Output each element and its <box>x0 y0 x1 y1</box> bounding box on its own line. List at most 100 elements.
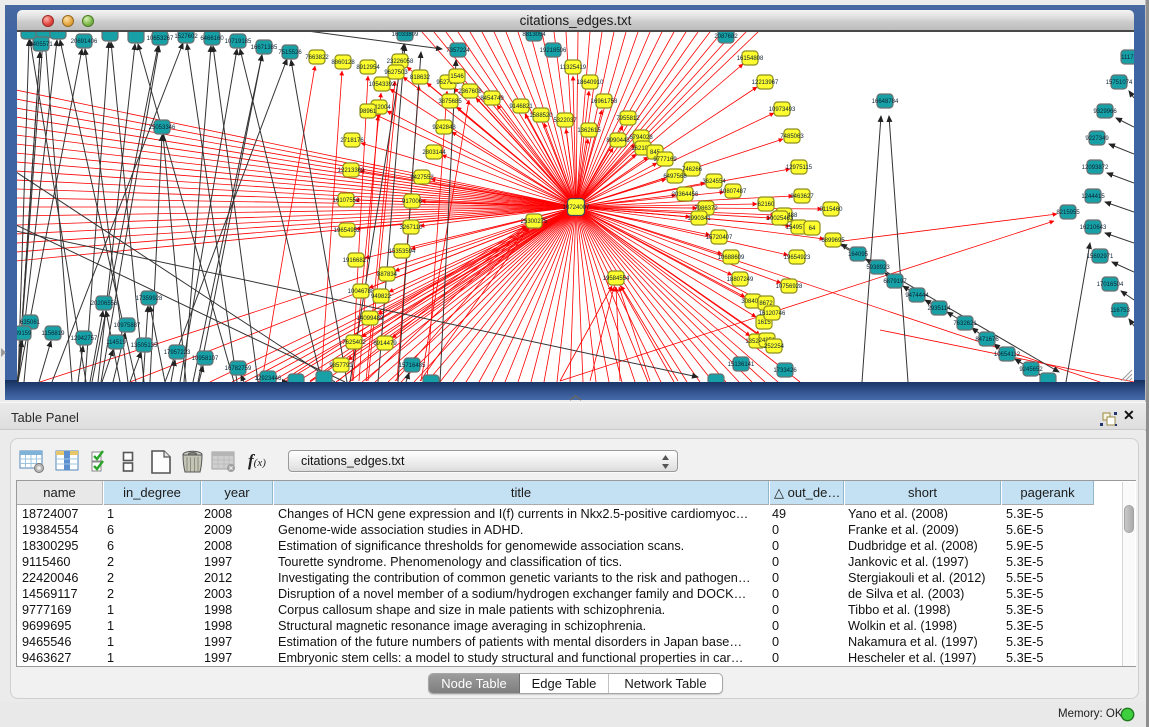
svg-text:10543392: 10543392 <box>369 82 396 88</box>
svg-text:164095: 164095 <box>848 252 869 258</box>
svg-text:18807249: 18807249 <box>727 277 754 283</box>
svg-text:6497568: 6497568 <box>663 174 687 180</box>
svg-text:114519: 114519 <box>106 340 126 346</box>
svg-text:5322037: 5322037 <box>553 118 577 124</box>
svg-text:16782759: 16782759 <box>225 366 252 372</box>
svg-text:9427552: 9427552 <box>410 175 434 181</box>
svg-text:25053346: 25053346 <box>149 125 176 131</box>
svg-text:20206556: 20206556 <box>91 301 118 307</box>
svg-text:10973493: 10973493 <box>769 107 796 113</box>
svg-text:16120746: 16120746 <box>759 311 786 317</box>
svg-text:2718176: 2718176 <box>340 138 364 144</box>
svg-text:5938923: 5938923 <box>866 265 890 271</box>
svg-text:12213369: 12213369 <box>338 168 365 174</box>
svg-text:6879197: 6879197 <box>883 279 907 285</box>
svg-text:16033809: 16033809 <box>392 32 419 38</box>
svg-text:16154808: 16154808 <box>737 56 764 62</box>
svg-text:12923446: 12923446 <box>255 376 282 382</box>
svg-text:746266: 746266 <box>682 167 703 173</box>
svg-text:11172: 11172 <box>1121 55 1134 61</box>
svg-text:18724007: 18724007 <box>563 205 590 211</box>
svg-text:12213967: 12213967 <box>752 80 779 86</box>
svg-text:10958107: 10958107 <box>192 356 219 362</box>
svg-text:16961758: 16961758 <box>591 99 618 105</box>
svg-text:3624554: 3624554 <box>702 179 726 185</box>
svg-text:252254: 252254 <box>764 344 785 350</box>
svg-text:9463627: 9463627 <box>790 194 814 200</box>
svg-text:15136141: 15136141 <box>728 362 755 368</box>
svg-text:887834: 887834 <box>377 272 398 278</box>
svg-text:10807487: 10807487 <box>720 189 747 195</box>
svg-text:949822: 949822 <box>371 294 392 300</box>
svg-text:19654923: 19654923 <box>784 255 811 261</box>
svg-text:7955812: 7955812 <box>616 116 640 122</box>
svg-text:16210643: 16210643 <box>1080 225 1107 231</box>
svg-text:1244415: 1244415 <box>1081 194 1105 200</box>
svg-text:23226058: 23226058 <box>387 59 414 65</box>
svg-text:19584554: 19584554 <box>603 276 630 282</box>
svg-text:12093872: 12093872 <box>1082 165 1109 171</box>
svg-text:9474444: 9474444 <box>905 293 929 299</box>
svg-text:9146821: 9146821 <box>509 104 533 110</box>
svg-text:1546: 1546 <box>450 74 464 80</box>
svg-text:12942757: 12942757 <box>71 336 98 342</box>
svg-text:10653267: 10653267 <box>147 36 174 42</box>
svg-text:2087682: 2087682 <box>714 34 738 40</box>
svg-text:19218506: 19218506 <box>540 48 567 54</box>
svg-text:17957223: 17957223 <box>164 350 191 356</box>
svg-text:7485063: 7485063 <box>780 134 804 140</box>
svg-text:10975887: 10975887 <box>114 323 141 329</box>
svg-text:10654112: 10654112 <box>994 352 1021 358</box>
svg-text:19654952: 19654952 <box>334 228 361 234</box>
svg-text:6794028: 6794028 <box>629 135 653 141</box>
svg-text:8860128: 8860128 <box>331 60 355 66</box>
svg-text:8471676: 8471676 <box>975 337 999 343</box>
svg-text:6899695: 6899695 <box>821 238 845 244</box>
svg-text:9245652: 9245652 <box>1019 367 1043 373</box>
svg-text:6466160: 6466160 <box>200 36 224 42</box>
svg-text:917006: 917006 <box>402 199 423 205</box>
svg-text:8990443: 8990443 <box>606 138 630 144</box>
svg-text:17016504: 17016504 <box>1097 282 1124 288</box>
svg-text:9627503: 9627503 <box>384 70 408 76</box>
svg-text:39159: 39159 <box>17 331 32 337</box>
svg-text:17359928: 17359928 <box>136 296 163 302</box>
svg-text:2935114: 2935114 <box>928 306 952 312</box>
svg-text:8454749: 8454749 <box>480 96 504 102</box>
svg-text:15716485: 15716485 <box>399 363 426 369</box>
svg-text:20364456: 20364456 <box>672 192 699 198</box>
svg-text:16107552: 16107552 <box>333 198 360 204</box>
svg-text:10756928: 10756928 <box>776 284 803 290</box>
svg-text:10025463: 10025463 <box>767 216 794 222</box>
svg-text:2367608: 2367608 <box>458 89 482 95</box>
svg-text:116753: 116753 <box>1110 308 1130 314</box>
svg-text:1615: 1615 <box>757 320 771 326</box>
svg-text:25300275: 25300275 <box>521 219 548 225</box>
svg-text:8215955: 8215955 <box>1056 210 1080 216</box>
svg-text:15720407: 15720407 <box>706 235 733 241</box>
svg-text:7357224: 7357224 <box>446 48 470 54</box>
svg-text:13505135: 13505135 <box>131 343 158 349</box>
svg-text:16671385: 16671385 <box>251 45 278 51</box>
svg-text:15692971: 15692971 <box>1087 254 1114 260</box>
svg-text:12975115: 12975115 <box>786 165 813 171</box>
svg-text:10719185: 10719185 <box>225 39 252 45</box>
svg-text:9227349: 9227349 <box>1085 136 1109 142</box>
svg-text:3875685: 3875685 <box>438 99 462 105</box>
svg-text:1733426: 1733426 <box>773 368 797 374</box>
svg-text:15751074: 15751074 <box>1106 80 1133 86</box>
svg-text:1362615: 1362615 <box>577 128 601 134</box>
svg-text:98961: 98961 <box>360 109 377 115</box>
svg-text:9242848: 9242848 <box>432 125 456 131</box>
svg-text:7515526: 7515526 <box>278 50 302 56</box>
svg-text:20691406: 20691406 <box>71 39 98 45</box>
svg-text:11325419: 11325419 <box>560 65 587 71</box>
svg-text:14099489: 14099489 <box>357 316 384 322</box>
svg-text:18640910: 18640910 <box>577 80 604 86</box>
svg-text:64: 64 <box>809 226 816 232</box>
svg-text:7632621: 7632621 <box>953 321 977 327</box>
svg-text:7625402: 7625402 <box>342 340 366 346</box>
svg-text:7663822: 7663822 <box>305 55 329 61</box>
svg-text:2803144: 2803144 <box>422 150 446 156</box>
svg-text:1588520: 1588520 <box>529 113 553 119</box>
